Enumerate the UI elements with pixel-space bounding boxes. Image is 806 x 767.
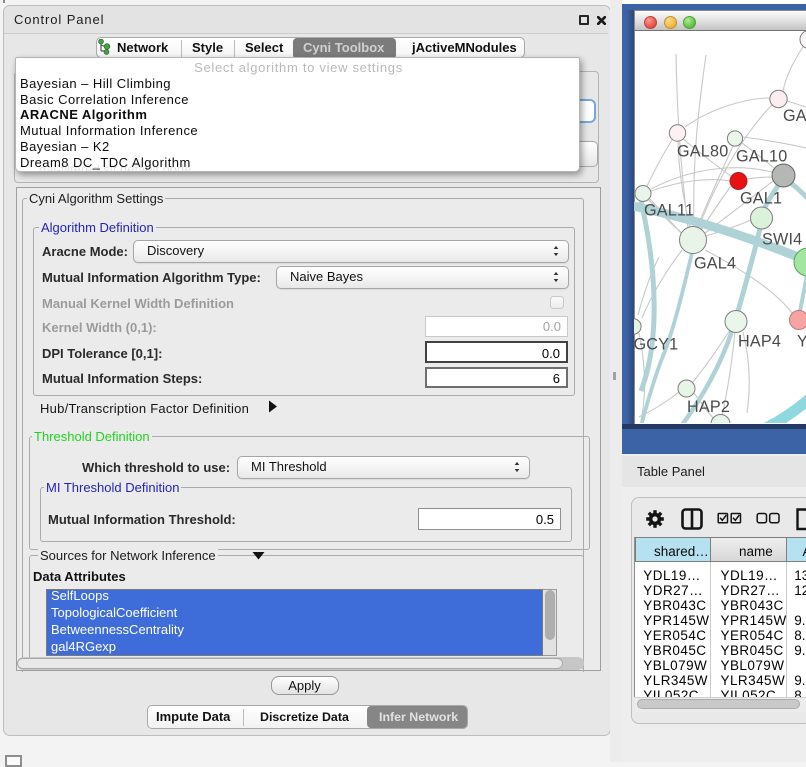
svg-text:GAL4: GAL4 — [694, 255, 736, 273]
svg-text:HAP4: HAP4 — [738, 333, 781, 351]
svg-text:GCY1: GCY1 — [634, 336, 678, 354]
svg-text:GAL7: GAL7 — [783, 107, 806, 125]
svg-text:GAL11: GAL11 — [644, 202, 694, 220]
svg-text:HAP2: HAP2 — [687, 398, 730, 416]
svg-text:GAL80: GAL80 — [677, 143, 728, 161]
svg-text:GAL1: GAL1 — [740, 190, 782, 208]
svg-text:GAL10: GAL10 — [736, 148, 787, 166]
svg-text:SWI4: SWI4 — [762, 231, 802, 249]
svg-text:YEL: YEL — [797, 333, 806, 351]
